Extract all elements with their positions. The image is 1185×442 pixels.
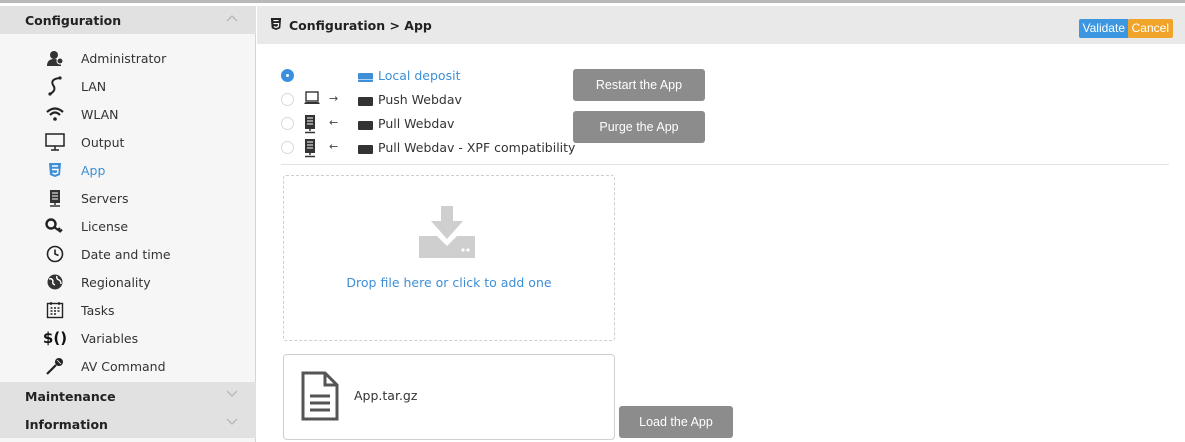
radio-local-deposit[interactable] — [281, 69, 294, 82]
file-icon — [301, 371, 339, 421]
server-icon — [303, 114, 321, 134]
sidebar-item-lan[interactable]: LAN — [0, 72, 256, 100]
html5-icon — [44, 160, 66, 180]
file-name: App.tar.gz — [354, 388, 418, 403]
disk-icon — [358, 71, 373, 82]
clock-icon — [44, 244, 66, 264]
section-title: Configuration — [25, 12, 122, 28]
divider — [281, 164, 1169, 165]
sidebar-item-variables[interactable]: $() Variables — [0, 324, 256, 352]
admin-user-icon — [44, 48, 66, 68]
html5-icon — [270, 17, 284, 33]
sidebar: Configuration Administrator LAN WLAN Out… — [0, 6, 256, 442]
chevron-down-icon — [226, 390, 238, 402]
page-title: Configuration > App — [289, 18, 432, 33]
file-card: App.tar.gz — [283, 354, 615, 440]
radio-pull-webdav[interactable] — [281, 117, 294, 130]
wifi-icon — [44, 104, 66, 124]
server-icon — [303, 138, 321, 158]
dropzone-text: Drop file here or click to add one — [346, 275, 552, 290]
radio-push-webdav[interactable] — [281, 93, 294, 106]
option-label: Pull Webdav — [378, 116, 455, 131]
arrow-right-icon: → — [329, 92, 339, 105]
sidebar-item-date-and-time[interactable]: Date and time — [0, 240, 256, 268]
lan-icon — [44, 76, 66, 96]
sidebar-item-label: Servers — [81, 190, 129, 206]
radio-pull-webdav-xpf[interactable] — [281, 141, 294, 154]
restart-app-button[interactable]: Restart the App — [573, 69, 705, 101]
monitor-icon — [44, 132, 66, 152]
sidebar-section-configuration[interactable]: Configuration — [0, 6, 256, 34]
option-label: Push Webdav — [378, 92, 462, 107]
sidebar-item-regionality[interactable]: Regionality — [0, 268, 256, 296]
section-title: Maintenance — [25, 388, 116, 404]
server-icon — [44, 188, 66, 208]
sidebar-section-information[interactable]: Information — [0, 410, 256, 438]
sidebar-item-wlan[interactable]: WLAN — [0, 100, 256, 128]
sidebar-item-label: Output — [81, 134, 125, 150]
main-content: Local deposit → Push Webdav ← Pull Webda… — [257, 44, 1185, 442]
option-label: Local deposit — [378, 68, 461, 83]
section-title: Information — [25, 416, 108, 432]
key-icon — [44, 216, 66, 236]
sidebar-item-label: Variables — [81, 330, 139, 346]
file-dropzone[interactable]: Drop file here or click to add one — [283, 175, 615, 341]
calendar-icon — [44, 300, 66, 320]
sidebar-item-av-command[interactable]: AV Command — [0, 352, 256, 380]
sidebar-section-maintenance[interactable]: Maintenance — [0, 382, 256, 410]
sidebar-item-label: Administrator — [81, 50, 167, 66]
sidebar-item-label: LAN — [81, 78, 107, 94]
disk-icon — [358, 95, 373, 106]
globe-icon — [44, 272, 66, 292]
sidebar-item-label: Regionality — [81, 274, 151, 290]
sidebar-item-label: AV Command — [81, 358, 166, 374]
sidebar-item-label: Tasks — [81, 302, 115, 318]
microphone-icon — [44, 356, 66, 376]
arrow-left-icon: ← — [329, 140, 339, 153]
sidebar-item-output[interactable]: Output — [0, 128, 256, 156]
sidebar-item-label: WLAN — [81, 106, 119, 122]
sidebar-item-administrator[interactable]: Administrator — [0, 44, 256, 72]
sidebar-item-tasks[interactable]: Tasks — [0, 296, 256, 324]
sidebar-item-servers[interactable]: Servers — [0, 184, 256, 212]
load-app-button[interactable]: Load the App — [619, 406, 733, 438]
sidebar-item-license[interactable]: License — [0, 212, 256, 240]
purge-app-button[interactable]: Purge the App — [573, 111, 705, 143]
app-window: Configuration Administrator LAN WLAN Out… — [0, 0, 1185, 442]
cancel-button[interactable]: Cancel — [1127, 19, 1173, 38]
validate-button[interactable]: Validate — [1078, 19, 1129, 38]
download-icon — [417, 206, 477, 260]
page-header: Configuration > App Validate Cancel — [257, 6, 1185, 44]
sidebar-item-label: Date and time — [81, 246, 171, 262]
disk-icon — [358, 119, 373, 130]
laptop-icon — [303, 90, 321, 110]
option-label: Pull Webdav - XPF compatibility — [378, 140, 576, 155]
chevron-up-icon — [226, 14, 238, 26]
chevron-down-icon — [226, 418, 238, 430]
disk-icon — [358, 143, 373, 154]
sidebar-item-label: License — [81, 218, 129, 234]
sidebar-item-app[interactable]: App — [0, 156, 256, 184]
sidebar-item-label: App — [81, 162, 106, 178]
arrow-left-icon: ← — [329, 116, 339, 129]
variables-icon: $() — [42, 329, 68, 347]
